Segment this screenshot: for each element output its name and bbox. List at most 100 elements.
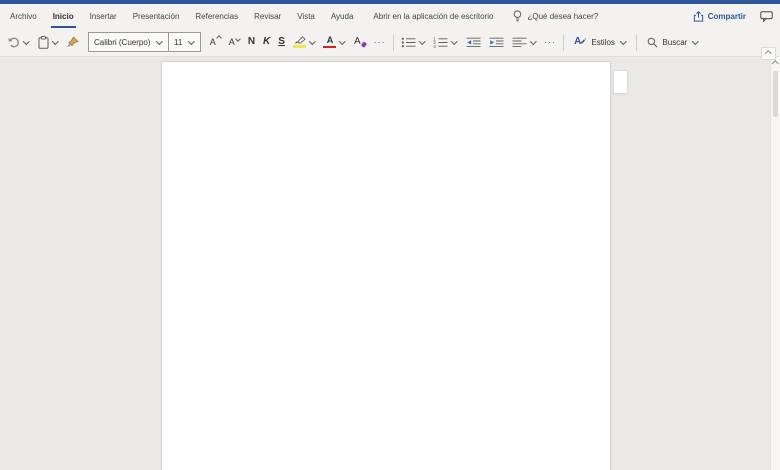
- ellipsis-icon: ···: [544, 36, 557, 47]
- format-painter-button[interactable]: [62, 31, 83, 53]
- tab-label: Inicio: [52, 11, 74, 21]
- decrease-indent-button[interactable]: [462, 31, 485, 53]
- letter: A: [228, 36, 235, 47]
- chevron-down-icon: [451, 37, 458, 45]
- bulleted-list-icon: [401, 37, 416, 48]
- clear-formatting-icon: A: [353, 36, 367, 48]
- decrease-indent-icon: [466, 37, 481, 48]
- font-color-icon: A: [323, 34, 337, 49]
- styles-label: Estilos: [591, 37, 615, 47]
- tell-me-button[interactable]: ¿Qué desea hacer?: [513, 10, 598, 22]
- ellipsis-icon: ···: [373, 36, 386, 47]
- caret-up-icon: [772, 60, 779, 67]
- highlight-color-button[interactable]: [289, 31, 320, 53]
- scroll-up-arrow[interactable]: [772, 59, 779, 68]
- caret-up-icon: [765, 50, 772, 57]
- tab-revisar[interactable]: Revisar: [246, 4, 289, 28]
- styles-button[interactable]: A Estilos: [567, 31, 633, 53]
- tab-presentacion[interactable]: Presentación: [125, 4, 188, 28]
- chevron-down-icon: [692, 37, 699, 45]
- letter: A: [326, 34, 334, 45]
- more-font-options-button[interactable]: ···: [370, 31, 390, 53]
- clipboard-icon: [38, 35, 49, 49]
- chevron-down-icon: [418, 37, 426, 45]
- shrink-font-button[interactable]: A: [225, 31, 244, 53]
- font-name-value: Calibri (Cuerpo): [94, 37, 151, 47]
- font-controls: Calibri (Cuerpo) 11: [88, 32, 201, 52]
- highlighter-icon: [292, 36, 306, 48]
- increase-indent-button[interactable]: [485, 31, 508, 53]
- document-page[interactable]: [161, 61, 611, 470]
- numbering-button[interactable]: 1 2 3: [429, 31, 462, 53]
- tab-label: Referencias: [195, 11, 239, 21]
- grow-font-button[interactable]: A: [206, 31, 225, 53]
- underline-button[interactable]: S: [274, 31, 289, 53]
- collapse-ribbon-button[interactable]: [761, 47, 776, 60]
- italic-label: K: [263, 36, 271, 47]
- chevron-down-icon: [339, 37, 346, 45]
- menu-bar-right: Compartir: [693, 10, 773, 22]
- undo-button[interactable]: [4, 31, 34, 53]
- bold-label: N: [247, 36, 256, 47]
- tab-label: Revisar: [254, 11, 282, 21]
- chevron-down-icon: [619, 37, 627, 45]
- tab-insertar[interactable]: Insertar: [82, 4, 125, 28]
- tab-archivo[interactable]: Archivo: [2, 4, 45, 28]
- bullets-button[interactable]: [397, 31, 430, 53]
- scrollbar-thumb[interactable]: [773, 71, 778, 117]
- tab-inicio[interactable]: Inicio: [45, 4, 82, 28]
- paste-button[interactable]: [34, 31, 63, 53]
- chevron-down-icon: [188, 37, 195, 45]
- tab-label: Archivo: [10, 11, 37, 21]
- font-size-select[interactable]: 11: [167, 33, 200, 51]
- clear-formatting-button[interactable]: A: [350, 31, 370, 53]
- ribbon-toolbar: Calibri (Cuerpo) 11 A A N K S A A ··· 1 …: [0, 28, 780, 57]
- underline-label: S: [278, 36, 285, 47]
- share-button[interactable]: Compartir: [693, 10, 746, 22]
- search-label: Buscar: [662, 37, 688, 47]
- letter: A: [209, 36, 216, 47]
- font-size-value: 11: [173, 37, 183, 47]
- alignment-button[interactable]: [508, 31, 541, 53]
- tab-label: Ayuda: [330, 11, 354, 21]
- tab-referencias[interactable]: Referencias: [187, 4, 246, 28]
- svg-text:3: 3: [433, 44, 436, 48]
- chevron-down-icon: [23, 37, 30, 45]
- divider: [636, 33, 638, 51]
- font-color-button[interactable]: A: [319, 31, 350, 53]
- chevron-down-icon: [529, 37, 537, 45]
- document-canvas: [0, 57, 780, 470]
- word-online-window: Archivo Inicio Insertar Presentación Ref…: [0, 0, 780, 470]
- menu-bar: Archivo Inicio Insertar Presentación Ref…: [0, 4, 780, 28]
- share-label: Compartir: [707, 11, 746, 21]
- font-name-select[interactable]: Calibri (Cuerpo): [89, 33, 168, 51]
- search-icon: [647, 37, 658, 48]
- tab-label: Presentación: [132, 11, 180, 21]
- undo-icon: [8, 37, 20, 48]
- tab-ayuda[interactable]: Ayuda: [323, 4, 362, 28]
- chevron-down-icon: [51, 37, 58, 45]
- italic-button[interactable]: K: [259, 31, 274, 53]
- grow-font-icon: A: [209, 34, 222, 47]
- tab-vista[interactable]: Vista: [289, 4, 323, 28]
- divider: [392, 33, 394, 51]
- tab-label: Vista: [297, 11, 315, 21]
- letter: A: [353, 36, 361, 47]
- comments-button[interactable]: [760, 10, 773, 22]
- styles-icon: A: [574, 37, 587, 47]
- align-lines-icon: [512, 37, 527, 48]
- numbered-list-icon: 1 2 3: [433, 37, 448, 48]
- chevron-down-icon: [309, 37, 316, 45]
- lightbulb-icon: [513, 10, 522, 22]
- vertical-scrollbar[interactable]: [770, 57, 780, 470]
- margin-comment-widget[interactable]: [613, 70, 628, 94]
- increase-indent-icon: [489, 37, 504, 48]
- tell-me-label: ¿Qué desea hacer?: [527, 11, 599, 21]
- open-in-desktop-link[interactable]: Abrir en la aplicación de escritorio: [373, 12, 493, 21]
- chevron-down-icon: [156, 37, 163, 45]
- format-painter-icon: [66, 36, 79, 48]
- search-button[interactable]: Buscar: [640, 31, 705, 53]
- bold-button[interactable]: N: [244, 31, 259, 53]
- share-icon: [693, 10, 704, 22]
- more-paragraph-options-button[interactable]: ···: [540, 31, 560, 53]
